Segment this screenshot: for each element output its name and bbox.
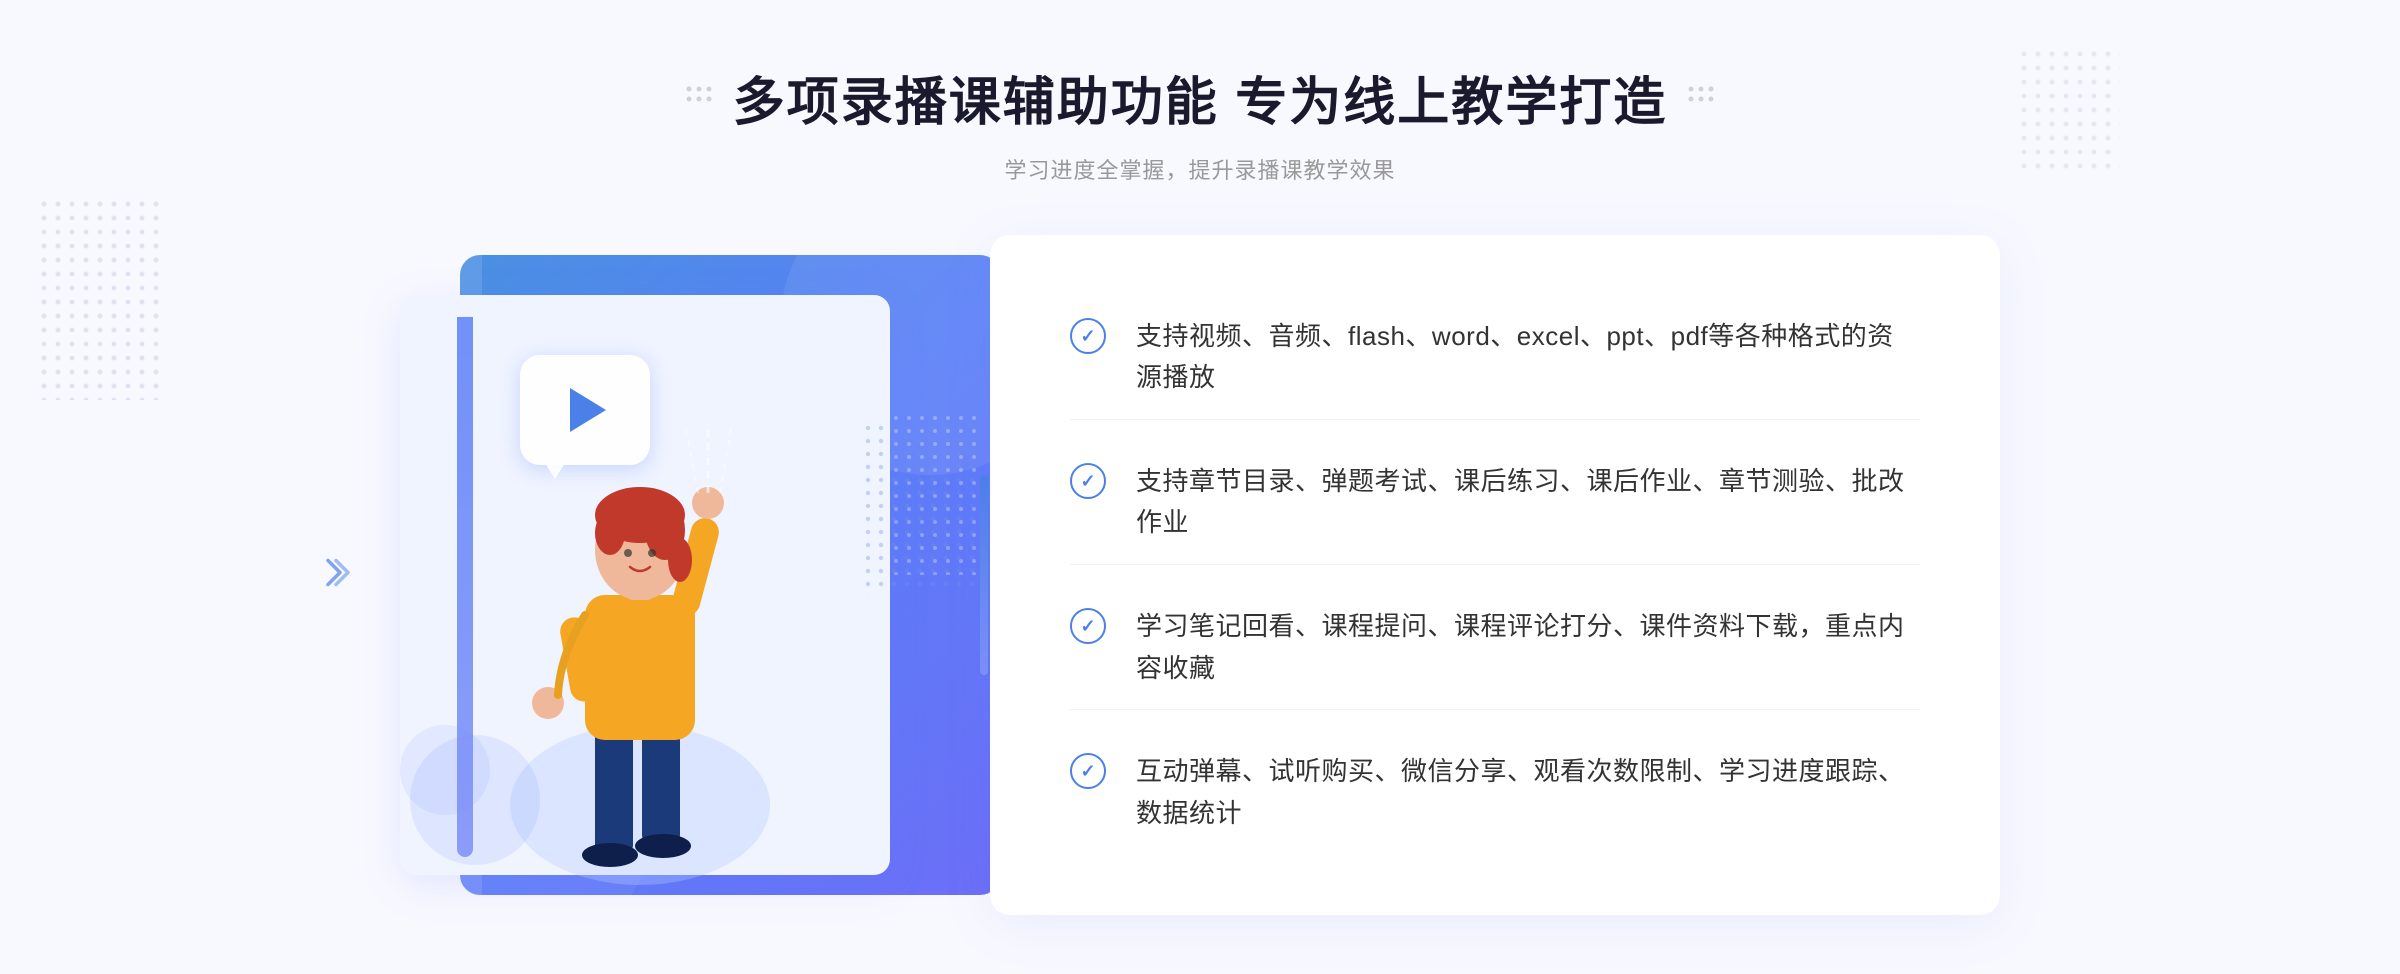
illustration-dots [865, 425, 975, 595]
check-icon-2 [1070, 463, 1106, 499]
feature-text-1: 支持视频、音频、flash、word、excel、ppt、pdf等各种格式的资源… [1136, 316, 1920, 399]
title-wrapper: 多项录播课辅助功能 专为线上教学打造 [685, 60, 1715, 135]
header-section: 多项录播课辅助功能 专为线上教学打造 学习进度全掌握，提升录播课教学效果 [685, 0, 1715, 185]
feature-text-4: 互动弹幕、试听购买、微信分享、观看次数限制、学习进度跟踪、数据统计 [1136, 751, 1920, 834]
check-circle-2 [1070, 463, 1106, 499]
page-title: 多项录播课辅助功能 专为线上教学打造 [733, 60, 1667, 135]
check-circle-3 [1070, 608, 1106, 644]
main-content: 支持视频、音频、flash、word、excel、ppt、pdf等各种格式的资源… [400, 235, 2000, 915]
features-area: 支持视频、音频、flash、word、excel、ppt、pdf等各种格式的资源… [990, 235, 2000, 915]
left-arrow-decoration [320, 553, 350, 598]
feature-item-1: 支持视频、音频、flash、word、excel、ppt、pdf等各种格式的资源… [1070, 296, 1920, 420]
deco-circle-small [400, 725, 490, 815]
header-dots-right-icon [1687, 85, 1715, 110]
feature-text-3: 学习笔记回看、课程提问、课程评论打分、课件资料下载，重点内容收藏 [1136, 606, 1920, 689]
feature-text-2: 支持章节目录、弹题考试、课后练习、课后作业、章节测验、批改作业 [1136, 461, 1920, 544]
illustration-area [400, 235, 1020, 915]
check-icon-3 [1070, 608, 1106, 644]
feature-item-2: 支持章节目录、弹题考试、课后练习、课后作业、章节测验、批改作业 [1070, 441, 1920, 565]
dots-pattern-right [2020, 50, 2120, 170]
page-subtitle: 学习进度全掌握，提升录播课教学效果 [685, 153, 1715, 185]
check-circle-4 [1070, 753, 1106, 789]
feature-item-3: 学习笔记回看、课程提问、课程评论打分、课件资料下载，重点内容收藏 [1070, 586, 1920, 710]
check-icon-1 [1070, 318, 1106, 354]
dots-pattern-left [40, 200, 160, 400]
feature-item-4: 互动弹幕、试听购买、微信分享、观看次数限制、学习进度跟踪、数据统计 [1070, 731, 1920, 854]
check-circle-1 [1070, 318, 1106, 354]
page-container: 多项录播课辅助功能 专为线上教学打造 学习进度全掌握，提升录播课教学效果 [0, 0, 2400, 974]
header-dots-left-icon [685, 85, 713, 110]
blue-stripe-bar [457, 317, 473, 857]
check-icon-4 [1070, 753, 1106, 789]
features-left-stripe [980, 475, 988, 675]
